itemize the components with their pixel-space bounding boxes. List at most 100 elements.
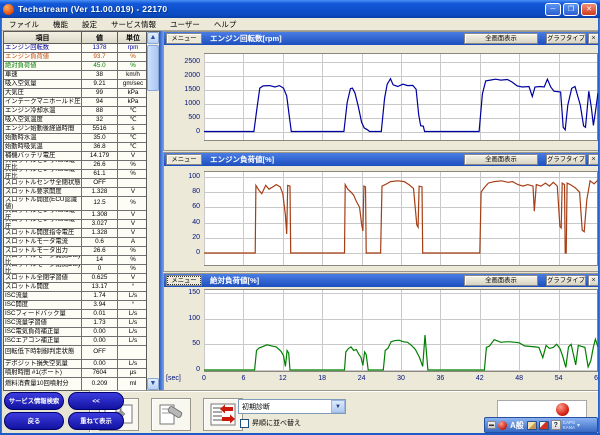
graph-menu-button[interactable]: メニュー [166,275,202,286]
scroll-down-icon[interactable]: ▼ [147,378,159,390]
param-unit: ℃ [118,134,148,142]
param-name: ISC流量学習値 [4,319,82,327]
scrollbar-thumb[interactable] [147,45,159,91]
param-name: スロットルセンサNo.2電圧比 [4,170,82,178]
graph-menu-button[interactable]: メニュー [166,33,202,44]
table-row[interactable]: スロットル開度13.17° [4,283,148,292]
return-button[interactable]: 戻る [4,412,64,430]
sort-swap-button[interactable] [203,398,243,431]
red-ball-icon [556,403,569,416]
table-row[interactable]: スロットル要求開度1.328V [4,188,148,197]
menu-item-4[interactable]: ユーザー [163,19,207,30]
table-row[interactable]: エンジン回転数1378rpm [4,44,148,53]
table-row[interactable]: スロットルモータ出力26.6% [4,247,148,256]
param-value: 12.5 [82,197,118,210]
back-page-button[interactable]: << [68,392,124,410]
table-row[interactable]: スロットルセンサNo.2電圧比61.1% [4,170,148,179]
table-row[interactable]: エンジン負荷値93.7% [4,53,148,62]
table-row[interactable]: 補機バッテリ電圧14.179V [4,152,148,161]
table-row[interactable]: スロットルモータ電流0.6A [4,238,148,247]
param-unit: s [118,125,148,133]
table-row[interactable]: エンジン冷却水温88℃ [4,107,148,116]
table-row[interactable]: ISC開度3.94° [4,301,148,310]
ime-minimize-icon[interactable]: ▬ [487,421,496,429]
graph-type-button[interactable]: グラフタイプ [546,33,586,44]
table-row[interactable]: 回転低下時制御判定状態OFF [4,346,148,360]
menu-item-0[interactable]: ファイル [2,19,46,30]
sort-ascending-checkbox[interactable] [240,419,249,428]
table-row[interactable]: スロットルセンサ全閉状態OFF [4,179,148,188]
table-row[interactable]: スロットルモータ開側Duty比14% [4,256,148,265]
chart-engine-rpm [204,53,598,141]
table-row[interactable]: スロットル開度指令電圧1.328V [4,229,148,238]
param-unit: % [118,62,148,70]
minimize-button[interactable]: ─ [545,3,561,16]
restore-button[interactable]: ❐ [563,3,579,16]
table-scrollbar[interactable]: ▲ ▼ [146,32,159,390]
param-unit: L/s [118,328,148,336]
table-row[interactable]: スロットル開度(ECU認識値)12.5% [4,197,148,211]
fullscreen-button[interactable]: 全画面表示 [464,154,538,165]
y-tick-label: 40 [166,219,200,226]
close-button[interactable]: ✕ [581,3,597,16]
graph-menu-button[interactable]: メニュー [166,154,202,165]
table-row[interactable]: スロットルモータ閉側Duty比0% [4,265,148,274]
table-row[interactable]: 絶対負荷値45.0% [4,62,148,71]
table-row[interactable]: 始動時水温35.0℃ [4,134,148,143]
table-row[interactable]: ISC流量学習値1.73L/s [4,319,148,328]
ime-options-icon[interactable]: ▾ [577,422,580,429]
param-name: スロットルモータ出力 [4,247,82,255]
ime-input-icon[interactable] [498,421,507,430]
record-edit-button[interactable] [151,398,191,431]
fullscreen-button[interactable]: 全画面表示 [464,33,538,44]
menu-item-3[interactable]: サービス情報 [104,19,163,30]
table-row[interactable]: 噴射時間 #1(ポート)7604μs [4,369,148,378]
x-tick-label: 6 [234,375,252,382]
menu-item-5[interactable]: ヘルプ [207,19,244,30]
table-row[interactable]: ISCフィードバック量0.01L/s [4,310,148,319]
y-tick-label: 2500 [166,58,200,65]
panel-splitter[interactable] [160,31,163,391]
table-row[interactable]: スロットル全閉学習値0.625V [4,274,148,283]
table-row[interactable]: 車速38km/h [4,71,148,80]
graph-type-button[interactable]: グラフタイプ [546,275,586,286]
menu-item-1[interactable]: 機能 [46,19,75,30]
table-row[interactable]: 吸入空気温度32℃ [4,116,148,125]
ime-mode-label[interactable]: A般 [510,420,524,431]
fullscreen-button[interactable]: 全画面表示 [464,275,538,286]
graph-titlebar-absolute-load: メニュー絶対負荷値[%]全画面表示グラフタイプ× [164,274,598,287]
ime-help-icon[interactable]: ? [551,420,561,430]
param-name: スロットルモータ電流 [4,238,82,246]
table-row[interactable]: インテークマニホールド圧94kPa [4,98,148,107]
table-row[interactable]: 燃料消費量10回噴射分0.209ml [4,378,148,390]
ime-language-bar: ▬ A般 ? CAPS KANA ▾ [484,417,598,433]
table-row[interactable]: 始動時吸気温36.8℃ [4,143,148,152]
table-row[interactable]: ISC電気負荷補正量0.00L/s [4,328,148,337]
param-value: 0.01 [82,310,118,318]
table-header: 項目 値 単位 [4,32,159,44]
table-row[interactable]: スロットルセンサNo.1電圧1.308V [4,211,148,220]
diagnosis-mode-dropdown[interactable]: 初期診断 ▼ [238,399,346,414]
ime-tools-icon[interactable] [527,421,537,430]
table-row[interactable]: ISC流量1.74L/s [4,292,148,301]
param-value: 0.00 [82,337,118,345]
service-info-search-button[interactable]: サービス情報検索 [4,392,64,410]
menu-item-2[interactable]: 設定 [75,19,104,30]
table-row[interactable]: スロットルセンサNo.1電圧比26.6% [4,161,148,170]
graph-type-button[interactable]: グラフタイプ [546,154,586,165]
param-unit: ° [118,301,148,309]
param-value: 99 [82,89,118,97]
param-value: 0 [82,265,118,273]
param-value: 13.17 [82,283,118,291]
ime-pad-icon[interactable] [539,421,549,430]
table-row[interactable]: エンジン始動後経過時間5516s [4,125,148,134]
overlay-display-button[interactable]: 重ねて表示 [68,412,124,430]
param-unit: V [118,229,148,237]
table-row[interactable]: デポジット損失空気量0.00L/s [4,360,148,369]
table-row[interactable]: 大気圧99kPa [4,89,148,98]
table-row[interactable]: 吸入空気量9.21gm/sec [4,80,148,89]
table-row[interactable]: ISCエアコン補正量0.00L/s [4,337,148,346]
chevron-down-icon[interactable]: ▼ [331,400,345,413]
table-row[interactable]: スロットルセンサNo.2電圧3.027V [4,220,148,229]
scroll-up-icon[interactable]: ▲ [147,32,159,44]
